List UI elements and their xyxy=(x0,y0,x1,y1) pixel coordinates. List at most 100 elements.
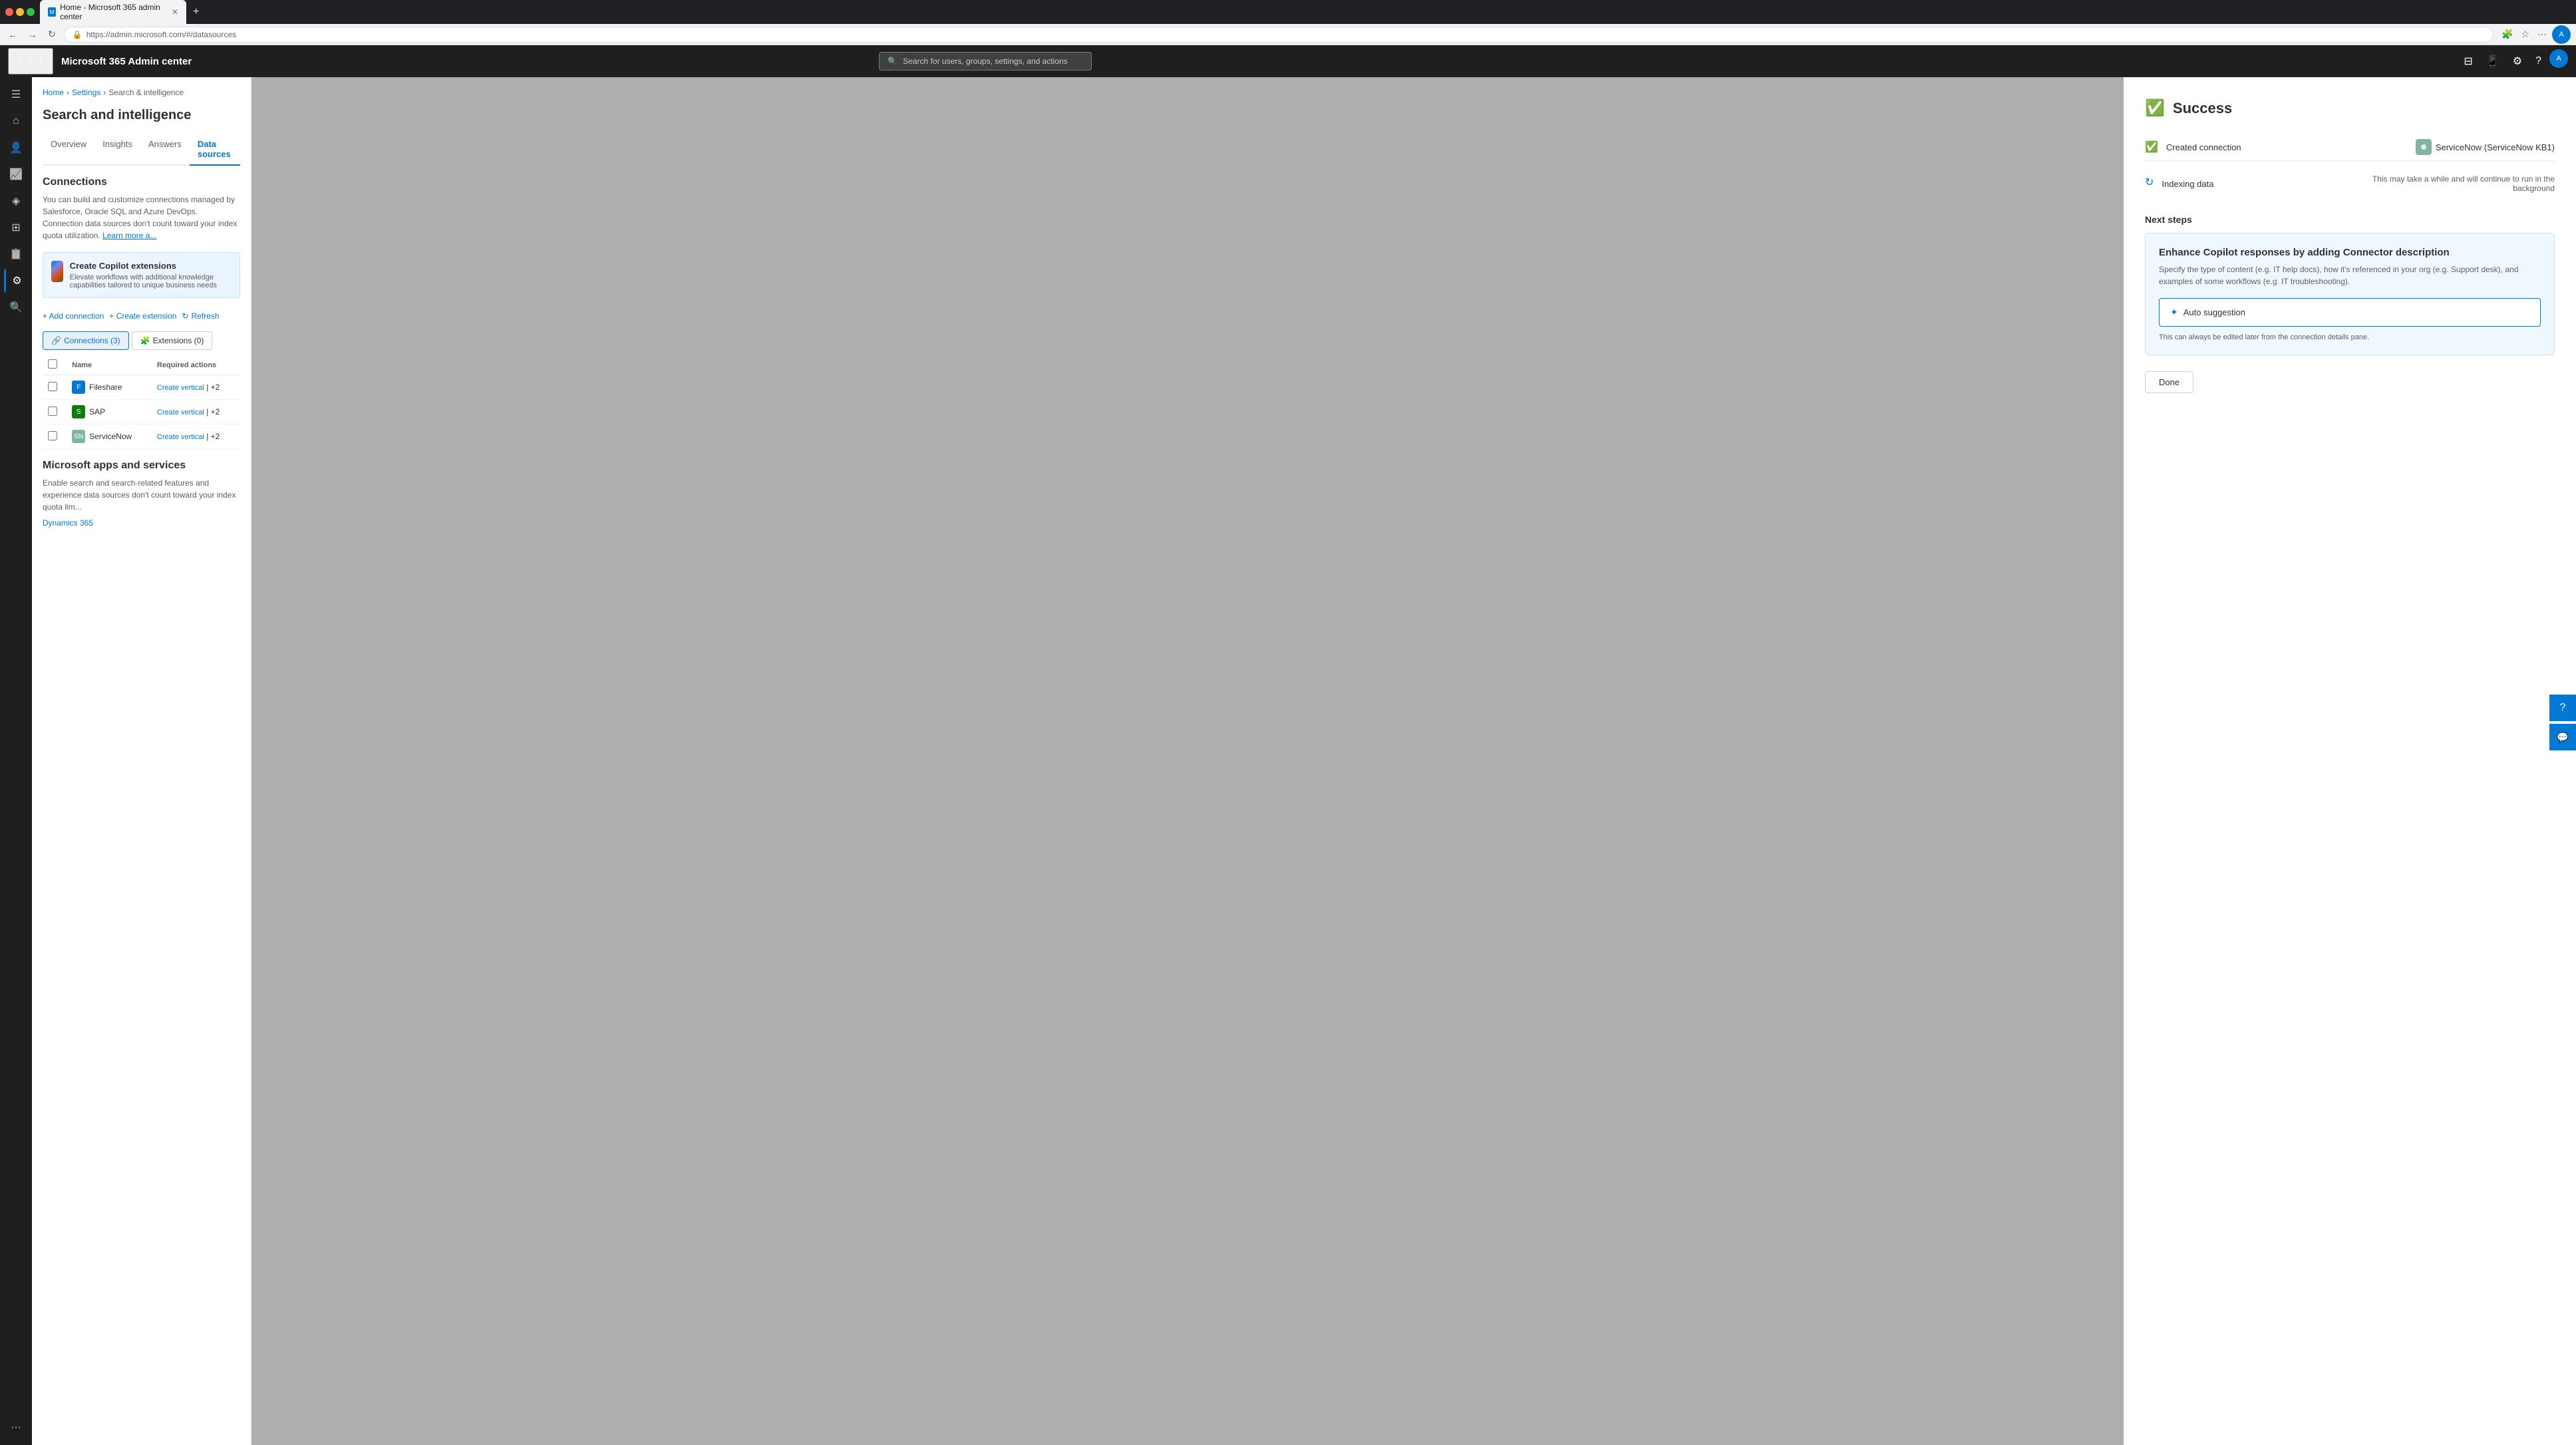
help-feedback-button[interactable]: 💬 xyxy=(2549,724,2576,750)
sidebar-item-analytics[interactable]: 📈 xyxy=(4,162,28,186)
left-panel: Home › Settings › Search & intelligence … xyxy=(32,77,251,1445)
dynamics-365-link[interactable]: Dynamics 365 xyxy=(43,518,240,528)
breadcrumb-sep-1: › xyxy=(67,88,69,97)
enhance-card: Enhance Copilot responses by adding Conn… xyxy=(2145,233,2555,355)
sidebar-item-more[interactable]: ··· xyxy=(4,1416,28,1440)
help-icon[interactable]: ? xyxy=(2530,49,2547,73)
help-chat-button[interactable]: ? xyxy=(2549,695,2576,721)
refresh-button[interactable]: ↻ xyxy=(45,26,59,43)
back-button[interactable]: ← xyxy=(5,27,20,43)
breadcrumb: Home › Settings › Search & intelligence xyxy=(43,88,240,97)
sidebar-item-home[interactable]: ⌂ xyxy=(4,109,28,133)
window-minimize-button[interactable] xyxy=(16,8,24,16)
conn-name-fileshare: F Fileshare xyxy=(72,381,146,394)
tab-overview[interactable]: Overview xyxy=(43,134,94,166)
help-floating-panel: ? 💬 xyxy=(2549,695,2576,750)
profile-avatar[interactable]: A xyxy=(2552,25,2571,44)
extensions-icon: 🧩 xyxy=(140,336,150,345)
next-steps-section: Next steps Enhance Copilot responses by … xyxy=(2145,214,2555,355)
window-maximize-button[interactable] xyxy=(27,8,35,16)
done-button-container: Done xyxy=(2145,371,2555,393)
row-checkbox-sap[interactable] xyxy=(48,406,57,416)
sub-tabs: 🔗 Connections (3) 🧩 Extensions (0) xyxy=(43,331,240,350)
create-extension-button[interactable]: + Create extension xyxy=(109,309,176,323)
window-close-button[interactable] xyxy=(5,8,13,16)
top-nav: ⋮⋮⋮ Microsoft 365 Admin center 🔍 Search … xyxy=(0,45,2576,77)
enhance-title: Enhance Copilot responses by adding Conn… xyxy=(2159,247,2541,258)
conn-name-sap: S SAP xyxy=(72,405,146,418)
auto-suggestion-box[interactable]: ✦ Auto suggestion xyxy=(2159,298,2541,327)
conn-action-sap[interactable]: Create vertical xyxy=(157,408,204,416)
nav-icons: ⊟ 📱 ⚙ ? A xyxy=(2458,49,2568,73)
table-row: F Fileshare Create vertical | +2 xyxy=(43,375,240,400)
promo-title: Create Copilot extensions xyxy=(70,261,232,271)
conn-icon-fileshare: F xyxy=(72,381,85,394)
conn-name-servicenow: SN ServiceNow xyxy=(72,430,146,443)
tab-favicon: M xyxy=(48,7,56,17)
waffle-menu-icon[interactable]: ⋮⋮⋮ xyxy=(8,48,53,75)
sidebar-item-reports[interactable]: 📋 xyxy=(4,242,28,266)
app-title: Microsoft 365 Admin center xyxy=(61,56,192,67)
address-more-button[interactable]: ⋯ xyxy=(2535,25,2549,44)
row-checkbox-servicenow[interactable] xyxy=(48,431,57,440)
tab-title: Home - Microsoft 365 admin center xyxy=(60,3,168,21)
page-content: Home › Settings › Search & intelligence … xyxy=(32,77,2576,1445)
url-text: https://admin.microsoft.com/#/datasource… xyxy=(86,30,236,39)
promo-banner: Create Copilot extensions Elevate workfl… xyxy=(43,252,240,298)
table-row: SN ServiceNow Create vertical | +2 xyxy=(43,424,240,449)
sidebar-item-search[interactable]: 🔍 xyxy=(4,295,28,319)
tab-close-button[interactable]: ✕ xyxy=(172,7,178,17)
action-bar: + Add connection + Create extension ↻ Re… xyxy=(43,309,240,323)
ms-apps-title: Microsoft apps and services xyxy=(43,460,240,472)
connections-icon: 🔗 xyxy=(51,336,61,345)
table-row: S SAP Create vertical | +2 xyxy=(43,400,240,424)
steps-list: ✅ Created connection xyxy=(2145,134,2555,198)
refresh-button[interactable]: ↻ Refresh xyxy=(182,309,219,323)
add-connection-button[interactable]: + Add connection xyxy=(43,309,104,323)
forward-button[interactable]: → xyxy=(25,27,40,43)
tab-data-sources[interactable]: Data sources xyxy=(190,134,240,166)
dashboard-icon[interactable]: ⊟ xyxy=(2458,49,2478,73)
browser-chrome: M Home - Microsoft 365 admin center ✕ + xyxy=(0,0,2576,24)
promo-icon xyxy=(51,261,63,282)
auto-suggestion-icon: ✦ xyxy=(2170,307,2178,318)
url-bar[interactable]: 🔒 https://admin.microsoft.com/#/datasour… xyxy=(64,27,2494,43)
active-browser-tab[interactable]: M Home - Microsoft 365 admin center ✕ xyxy=(40,0,186,24)
conn-icon-sap: S xyxy=(72,405,85,418)
sidebar-item-copilot[interactable]: ◈ xyxy=(4,189,28,213)
favorites-icon[interactable]: ☆ xyxy=(2518,25,2532,44)
global-search-bar[interactable]: 🔍 Search for users, groups, settings, an… xyxy=(879,52,1092,71)
col-checkbox xyxy=(43,355,67,375)
refresh-icon: ↻ xyxy=(182,311,188,321)
tab-answers[interactable]: Answers xyxy=(140,134,190,166)
sidebar-item-settings[interactable]: ⚙ xyxy=(4,269,28,293)
select-all-checkbox[interactable] xyxy=(48,359,57,369)
success-check-icon: ✅ xyxy=(2145,98,2165,118)
done-button[interactable]: Done xyxy=(2145,371,2193,393)
learn-more-link[interactable]: Learn more a... xyxy=(102,231,156,240)
main-layout: ☰ ⌂ 👤 📈 ◈ ⊞ 📋 ⚙ 🔍 ··· Home › Settings › … xyxy=(0,77,2576,1445)
mobile-icon[interactable]: 📱 xyxy=(2481,49,2505,73)
page-title: Search and intelligence xyxy=(43,108,240,123)
settings-icon[interactable]: ⚙ xyxy=(2507,49,2527,73)
sidebar-item-expand[interactable]: ☰ xyxy=(4,82,28,106)
sidebar-item-users[interactable]: 👤 xyxy=(4,136,28,160)
conn-action-fileshare[interactable]: Create vertical xyxy=(157,384,204,392)
sub-tab-extensions[interactable]: 🧩 Extensions (0) xyxy=(132,331,213,350)
left-sidebar: ☰ ⌂ 👤 📈 ◈ ⊞ 📋 ⚙ 🔍 ··· xyxy=(0,77,32,1445)
app-layout: ⋮⋮⋮ Microsoft 365 Admin center 🔍 Search … xyxy=(0,45,2576,1445)
new-tab-button[interactable]: + xyxy=(189,5,203,19)
user-avatar[interactable]: A xyxy=(2549,49,2568,68)
sub-tab-connections[interactable]: 🔗 Connections (3) xyxy=(43,331,129,350)
col-name: Name xyxy=(67,355,152,375)
tab-insights[interactable]: Insights xyxy=(94,134,140,166)
row-checkbox-fileshare[interactable] xyxy=(48,382,57,391)
breadcrumb-home[interactable]: Home xyxy=(43,88,64,97)
breadcrumb-settings[interactable]: Settings xyxy=(72,88,100,97)
sidebar-item-grid[interactable]: ⊞ xyxy=(4,216,28,240)
connections-table: Name Required actions F Fileshare xyxy=(43,355,240,449)
extensions-icon[interactable]: 🧩 xyxy=(2499,25,2515,44)
conn-action-servicenow[interactable]: Create vertical xyxy=(157,433,204,441)
edit-note: This can always be edited later from the… xyxy=(2159,333,2541,341)
conn-action-extra-servicenow: | +2 xyxy=(206,432,220,441)
